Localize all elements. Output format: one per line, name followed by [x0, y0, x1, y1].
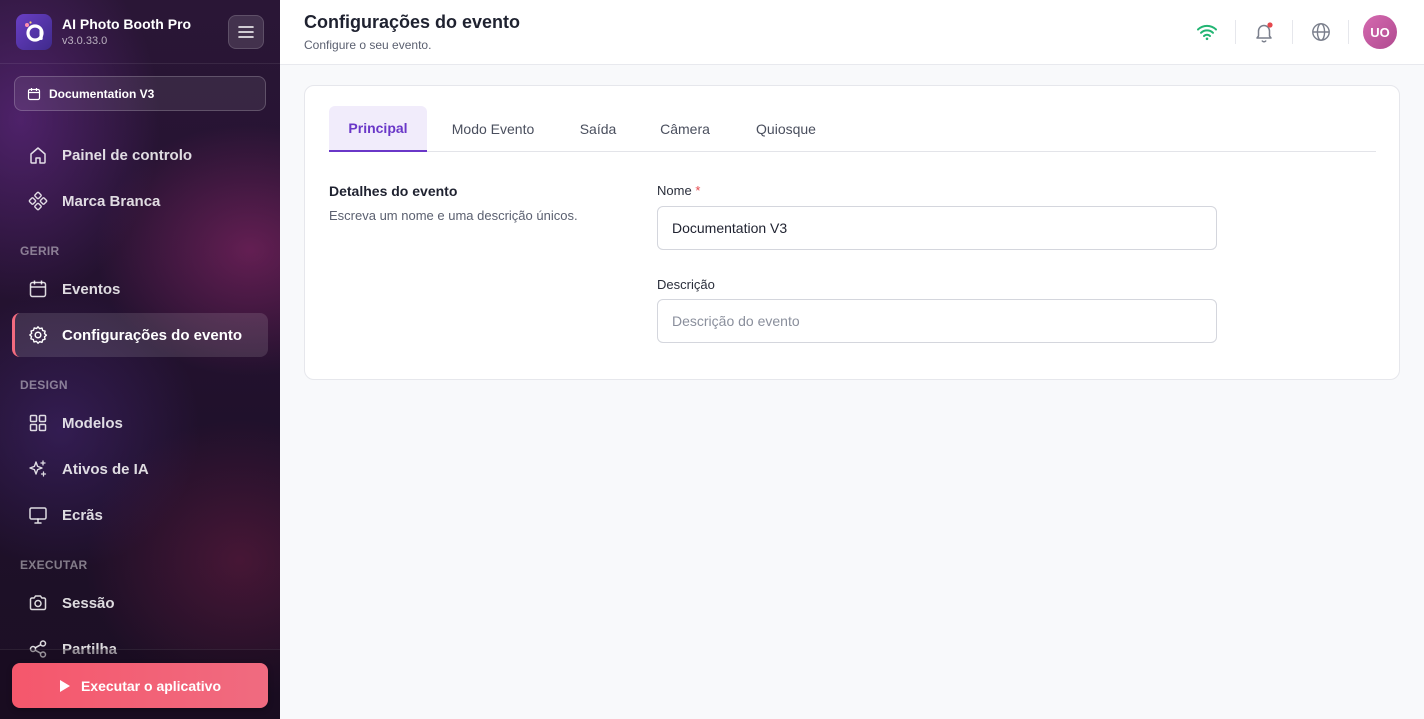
sidebar-footer: Executar o aplicativo	[0, 649, 280, 719]
globe-icon	[1312, 23, 1330, 41]
calendar-icon	[29, 280, 47, 298]
run-app-label: Executar o aplicativo	[80, 677, 222, 694]
name-label-text: Nome	[657, 183, 692, 198]
sidebar-item-label: Eventos	[62, 280, 121, 298]
event-selector-label: Documentation V3	[49, 86, 155, 101]
sidebar-item-event-settings[interactable]: Configurações do evento	[12, 313, 268, 357]
settings-tabs: Principal Modo Evento Saída Câmera Quios…	[329, 106, 1376, 152]
monitor-icon	[29, 507, 47, 524]
app-version: v3.0.33.0	[62, 35, 108, 47]
wifi-icon	[1197, 24, 1217, 41]
event-settings-card: Principal Modo Evento Saída Câmera Quios…	[304, 85, 1400, 380]
sidebar-item-events[interactable]: Eventos	[12, 268, 268, 310]
sidebar-item-label: Ativos de IA	[62, 460, 149, 478]
bell-icon	[1256, 22, 1273, 43]
sidebar-item-templates[interactable]: Modelos	[12, 402, 268, 444]
sidebar-item-label: Painel de controlo	[62, 146, 193, 164]
tab-camera[interactable]: Câmera	[647, 106, 723, 151]
app-title: AI Photo Booth Pro	[62, 16, 192, 32]
hamburger-icon	[238, 26, 254, 38]
tab-event-mode[interactable]: Modo Evento	[435, 106, 551, 151]
sidebar-item-label: Configurações do evento	[62, 326, 243, 344]
required-indicator: *	[695, 183, 701, 198]
tab-principal[interactable]: Principal	[329, 106, 427, 152]
sidebar-item-label: Modelos	[62, 414, 123, 432]
app-logo-icon	[16, 14, 52, 50]
section-label-run: EXECUTAR	[20, 558, 88, 572]
section-description: Escreva um nome e uma descrição únicos.	[329, 208, 578, 223]
camera-icon	[29, 595, 47, 611]
sidebar-item-session[interactable]: Sessão	[12, 582, 268, 624]
brand-icon	[28, 191, 48, 211]
page-subtitle: Configure o seu evento.	[304, 38, 432, 52]
sidebar-header: AI Photo Booth Pro v3.0.33.0	[0, 0, 280, 64]
event-selector[interactable]: Documentation V3	[14, 76, 266, 111]
name-field[interactable]	[657, 206, 1217, 250]
sidebar-item-dashboard[interactable]: Painel de controlo	[12, 134, 268, 176]
sidebar-item-screens[interactable]: Ecrãs	[12, 494, 268, 536]
description-field-label: Descrição	[657, 277, 715, 292]
name-field-label: Nome *	[657, 183, 700, 198]
section-label-design: DESIGN	[20, 378, 68, 392]
page-title: Configurações do evento	[304, 12, 521, 32]
tab-output[interactable]: Saída	[563, 106, 633, 151]
grid-icon	[29, 414, 47, 432]
sidebar: AI Photo Booth Pro v3.0.33.0 Documentati…	[0, 0, 280, 719]
menu-toggle-button[interactable]	[228, 15, 264, 49]
connection-status-button[interactable]	[1193, 18, 1221, 46]
calendar-icon	[27, 87, 41, 100]
tab-kiosk[interactable]: Quiosque	[739, 106, 833, 151]
section-title: Detalhes do evento	[329, 183, 458, 199]
header-divider	[1235, 20, 1236, 44]
section-label-manage: GERIR	[20, 244, 60, 258]
sparkles-icon	[29, 460, 47, 477]
play-icon	[59, 679, 70, 692]
header-divider	[1348, 20, 1349, 44]
sidebar-item-label: Sessão	[62, 594, 115, 612]
home-icon	[30, 147, 46, 164]
top-bar: Configurações do evento Configure o seu …	[280, 0, 1424, 65]
description-field[interactable]	[657, 299, 1217, 343]
language-button[interactable]	[1307, 18, 1335, 46]
user-avatar[interactable]: UO	[1363, 15, 1397, 49]
header-divider	[1292, 20, 1293, 44]
gear-icon	[29, 326, 48, 344]
run-app-button[interactable]: Executar o aplicativo	[12, 663, 268, 708]
sidebar-item-ai-assets[interactable]: Ativos de IA	[12, 448, 268, 490]
sidebar-item-white-label[interactable]: Marca Branca	[12, 180, 268, 222]
sidebar-item-label: Ecrãs	[62, 506, 103, 524]
sidebar-item-label: Marca Branca	[62, 192, 161, 210]
notifications-button[interactable]	[1250, 18, 1278, 46]
